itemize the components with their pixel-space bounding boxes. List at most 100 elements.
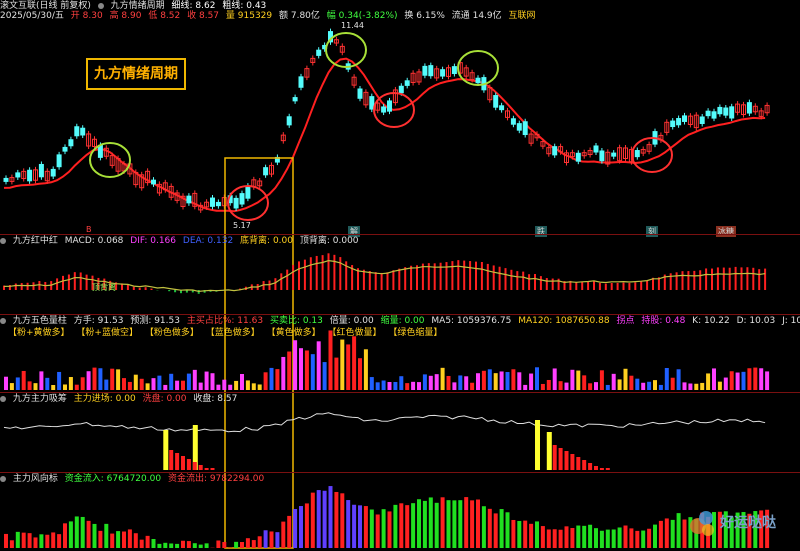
volume-bar [594,382,598,390]
legend-item: 【红色做量】 [327,328,382,338]
risk-bar [275,532,280,548]
volume-bar [552,368,557,390]
volume-bar [33,383,38,390]
volume-bar [328,330,333,390]
volume-item: 缩量: 0.00 [380,316,425,326]
risk-bar [245,538,250,548]
volume-item: 买卖比: 0.13 [269,316,323,326]
volume-bar [9,383,14,390]
volume-bar [210,373,215,390]
volume-bar [623,368,628,390]
macd-title[interactable]: 九方红中红 [13,236,58,246]
volume-bar [759,368,764,390]
fund-inflow: 资金流入: 6764720.00 [64,474,162,484]
candle-body [186,195,192,204]
volume-bar [222,379,227,390]
volume-bar [45,377,50,390]
volume-bar [198,382,203,390]
volume-bar [582,375,587,390]
risk-bar [287,515,292,548]
risk-bar [641,530,646,548]
risk-bar [658,520,663,548]
risk-bar [80,516,85,548]
capital-bar [198,465,203,470]
volume-bar [535,367,539,390]
capital-bar [570,454,575,470]
risk-bar [204,543,209,548]
risk-bar [623,525,628,548]
volume-bar [15,377,20,390]
risk-bar [322,490,327,548]
volume-bar [322,362,327,390]
capital-bar [181,456,185,470]
volume-bar [74,384,79,390]
risk-bar [299,506,303,548]
volume-bar [68,377,73,390]
volume-bar [605,384,610,390]
volume-bar [122,378,126,390]
risk-bar [181,540,185,548]
risk-bar [653,524,657,548]
candle-body [74,126,80,137]
risk-bar [493,513,498,548]
risk-title[interactable]: 主力风向标 [13,474,58,484]
risk-bar [617,527,622,548]
volume-bar [216,384,221,390]
volume-item: 拐点 [616,316,635,326]
volume-item: K: 10.22 [692,316,730,326]
risk-bar [110,533,115,548]
volume-bar [299,348,303,390]
low-price-label: 5.17 [233,221,251,230]
volume-bar [358,358,362,390]
risk-bar [588,524,593,548]
indicator-title-box: 九方情绪周期 [86,58,186,90]
risk-bar [74,516,79,548]
risk-bar [192,543,197,548]
candle-body [711,111,717,119]
candle-body [422,65,428,76]
volume-bar [470,382,475,390]
volume-bar [163,384,168,390]
capital-item: 洗盘: 0.00 [142,394,187,404]
risk-bar [647,528,652,548]
volume-bar [21,370,26,390]
candle-body [239,193,245,205]
volume-bar [310,354,315,390]
candle-body [522,121,528,136]
volume-bar [688,383,693,390]
volume-bar [464,376,469,390]
volume-bar [706,373,711,390]
volume-bar [476,373,480,390]
risk-bar [92,523,97,548]
candle-body [68,139,74,147]
volume-bar [747,368,752,390]
volume-bar [334,357,339,390]
risk-bar [369,509,374,548]
capital-bar [204,468,209,470]
volume-bar [263,372,268,390]
risk-bar [163,542,168,548]
risk-bar [98,530,103,548]
volume-bar [151,378,156,390]
volume-bar [611,373,616,390]
volume-bar [635,378,640,390]
risk-bar [39,534,44,548]
volume-bar [428,375,433,390]
volume-bar [352,336,357,390]
risk-bar [122,531,126,548]
volume-bar [588,383,593,390]
volume-bar [86,371,91,390]
volume-bar [204,371,209,390]
risk-bar [145,535,150,548]
risk-bar [422,500,427,548]
risk-bar [670,519,675,548]
candle-body [369,96,375,110]
volume-title[interactable]: 九方五色量柱 [13,316,67,326]
volume-bar [446,375,451,390]
volume-bar [700,382,705,390]
risk-bar [375,514,380,548]
risk-bar [169,543,174,548]
volume-bar [346,344,351,390]
capital-title[interactable]: 九方主力吸筹 [13,394,67,404]
risk-bar [310,492,315,548]
